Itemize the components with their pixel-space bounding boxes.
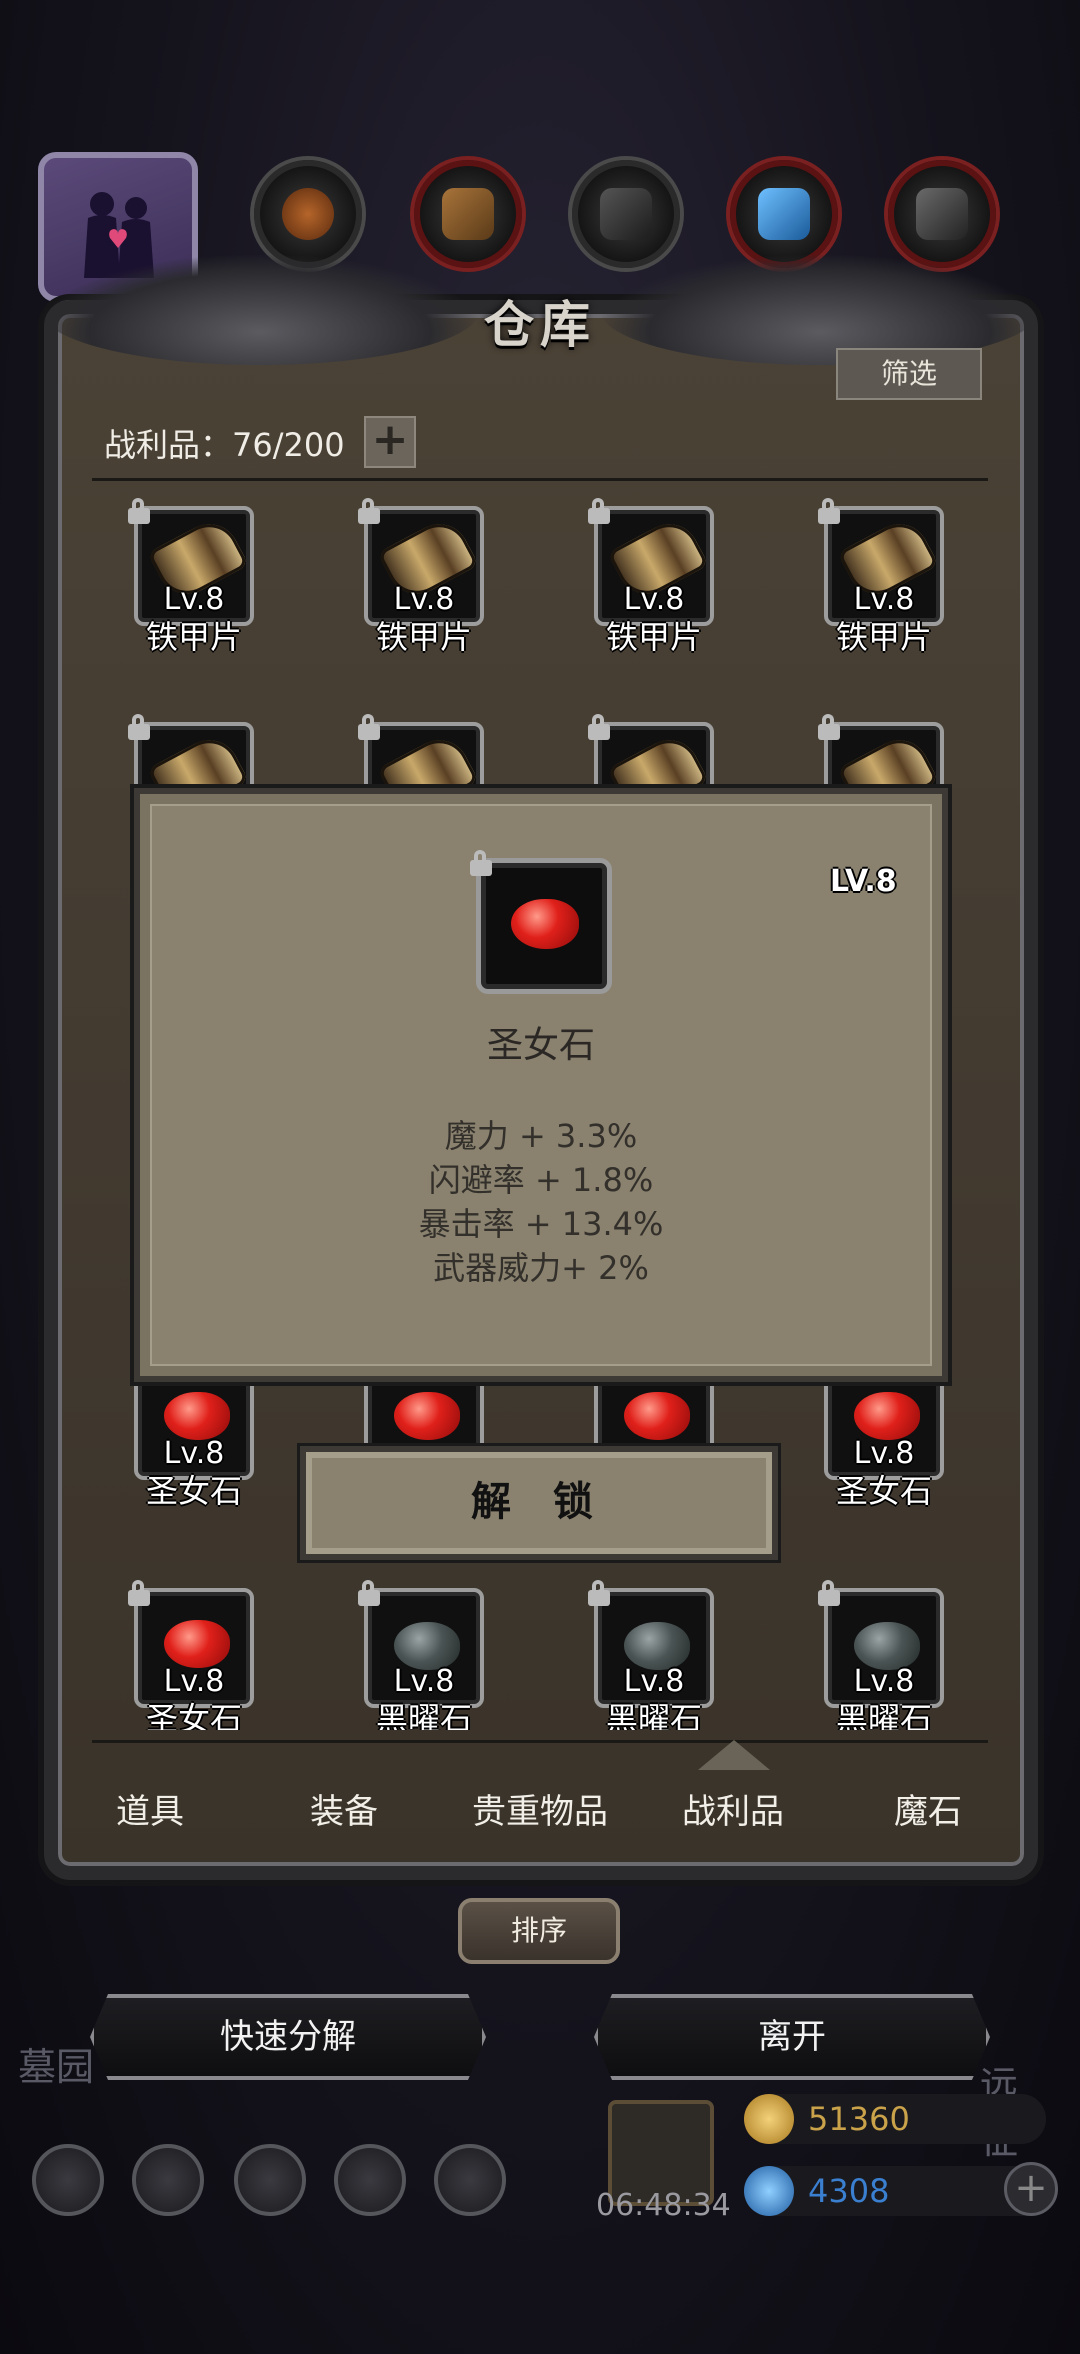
red-gem-icon: [394, 1392, 460, 1440]
sort-button[interactable]: 排序: [458, 1898, 620, 1964]
lock-icon: [128, 714, 152, 742]
gold-coin-icon: [744, 2094, 794, 2144]
lock-icon: [358, 498, 382, 526]
lock-icon: [588, 714, 612, 742]
inventory-slot[interactable]: Lv.8 圣女石: [128, 1580, 254, 1730]
tab-loot[interactable]: 战利品: [682, 1784, 784, 1833]
lock-icon: [588, 498, 612, 526]
lock-icon: [588, 1580, 612, 1608]
storage-title: 仓库: [484, 295, 596, 354]
popup-item-level: LV.8: [830, 864, 897, 899]
compass-icon[interactable]: [132, 2144, 204, 2216]
red-gem-icon: [164, 1392, 230, 1440]
tab-valuables[interactable]: 贵重物品: [472, 1784, 608, 1833]
tab-items[interactable]: 道具: [116, 1784, 184, 1833]
stat-crit-rate: 暴击率 + 13.4%: [418, 1205, 664, 1243]
gift-timer: 06:48:34: [596, 2188, 731, 2223]
red-gem-icon: [624, 1392, 690, 1440]
item-name: 铁甲片: [145, 618, 242, 656]
lock-icon: [128, 1580, 152, 1608]
expand-capacity-button[interactable]: +: [364, 416, 416, 468]
lock-icon: [818, 498, 842, 526]
quick-decompose-button[interactable]: 快速分解: [90, 1994, 486, 2080]
settings-gear-icon[interactable]: [32, 2144, 104, 2216]
gold-amount: 51360: [808, 2100, 910, 2138]
item-name: 铁甲片: [605, 618, 702, 656]
leave-button[interactable]: 离开: [594, 1994, 990, 2080]
item-name: 圣女石: [145, 1700, 242, 1730]
inventory-slot[interactable]: Lv.8 铁甲片: [358, 498, 484, 656]
divider-top: [92, 478, 988, 481]
stat-weapon-power: 武器威力+ 2%: [433, 1249, 649, 1287]
shield-icon[interactable]: [434, 2144, 506, 2216]
inventory-slot[interactable]: Lv.8 黑曜石: [588, 1580, 714, 1730]
stat-evasion: 闪避率 + 1.8%: [428, 1161, 654, 1199]
red-gem-icon: [511, 899, 579, 949]
lock-icon: [818, 1580, 842, 1608]
item-name: 黑曜石: [835, 1700, 932, 1730]
popup-stats: 魔力 + 3.3% 闪避率 + 1.8% 暴击率 + 13.4% 武器威力+ 2…: [140, 1114, 942, 1290]
lock-icon: [358, 1580, 382, 1608]
lock-icon: [358, 714, 382, 742]
item-name: 黑曜石: [375, 1700, 472, 1730]
tab-magic-stones[interactable]: 魔石: [894, 1784, 962, 1833]
popup-item-name: 圣女石: [486, 1025, 595, 1066]
black-gem-icon: [854, 1622, 920, 1670]
mail-icon[interactable]: [334, 2144, 406, 2216]
item-detail-popup: LV.8 圣女石 魔力 + 3.3% 闪避率 + 1.8% 暴击率 + 13.4…: [134, 788, 948, 1382]
inventory-slot[interactable]: Lv.8 黑曜石: [358, 1580, 484, 1730]
item-name: 黑曜石: [605, 1700, 702, 1730]
item-name: 铁甲片: [835, 618, 932, 656]
red-gem-icon: [854, 1392, 920, 1440]
scroll-icon[interactable]: [234, 2144, 306, 2216]
loot-count: 战利品：76/200: [104, 426, 345, 464]
add-currency-button[interactable]: +: [1004, 2162, 1058, 2216]
wood-category-icon[interactable]: [414, 160, 522, 268]
inventory-slot[interactable]: Lv.8 铁甲片: [588, 498, 714, 656]
item-name: 圣女石: [145, 1472, 242, 1510]
inventory-slot[interactable]: Lv.8 铁甲片: [128, 498, 254, 656]
divider-bottom: [92, 1740, 988, 1743]
category-tabs: 道具 装备 贵重物品 战利品 魔石: [92, 1754, 988, 1874]
unlock-button[interactable]: 解 锁: [300, 1446, 778, 1560]
lock-icon: [818, 714, 842, 742]
red-gem-icon: [164, 1620, 230, 1668]
stone-category-icon[interactable]: [572, 160, 680, 268]
black-gem-icon: [624, 1622, 690, 1670]
inventory-slot[interactable]: Lv.8 铁甲片: [818, 498, 944, 656]
gem-amount: 4308: [808, 2172, 890, 2210]
tab-equipment[interactable]: 装备: [310, 1784, 378, 1833]
blue-gem-icon: [744, 2166, 794, 2216]
iron-category-icon[interactable]: [888, 160, 996, 268]
food-category-icon[interactable]: [254, 160, 362, 268]
background-graveyard-label: 墓园: [18, 2045, 95, 2089]
black-gem-icon: [394, 1622, 460, 1670]
item-name: 铁甲片: [375, 618, 472, 656]
stat-magic: 魔力 + 3.3%: [444, 1117, 638, 1155]
inventory-slot[interactable]: Lv.8 黑曜石: [818, 1580, 944, 1730]
lock-icon: [470, 850, 494, 878]
crystal-category-icon[interactable]: [730, 160, 838, 268]
item-name: 圣女石: [835, 1472, 932, 1510]
lock-icon: [128, 498, 152, 526]
filter-button[interactable]: 筛选: [836, 348, 982, 400]
popup-item-slot: [476, 858, 612, 994]
